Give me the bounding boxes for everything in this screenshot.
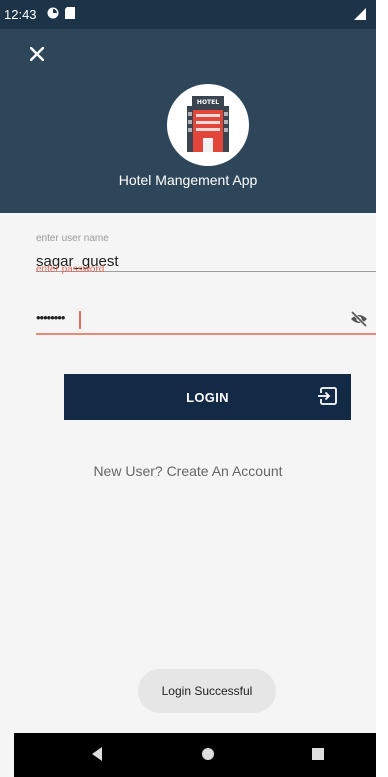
status-bar: 12:43 [0,0,376,29]
sync-icon [47,7,59,22]
logo-text: HOTEL [197,99,219,106]
home-icon[interactable] [201,746,215,767]
create-account-link[interactable]: New User? Create An Account [0,463,376,479]
status-time: 12:43 [4,7,37,22]
login-icon [317,387,337,408]
login-button[interactable]: LOGIN [64,374,351,420]
back-icon[interactable] [90,746,104,767]
hotel-logo: HOTEL [167,84,249,166]
toast-message: Login Successful [138,669,276,713]
username-label: enter user name [36,233,109,244]
app-title: Hotel Mangement App [118,172,258,188]
password-input[interactable]: •••••••• [36,310,65,325]
password-underline [36,333,376,335]
hotel-building-icon: HOTEL [187,96,229,152]
password-label: enter password [36,264,105,275]
text-caret [79,311,81,329]
screen-edge [376,0,388,777]
phone-screen: 12:43 HOTEL Hotel Mangement App enter us… [0,0,376,777]
navigation-bar [14,733,376,777]
signal-icon [354,8,366,23]
login-button-label: LOGIN [186,389,229,405]
sim-card-icon [64,7,75,22]
recents-icon[interactable] [311,746,325,767]
eye-off-icon[interactable] [349,310,369,332]
close-icon[interactable] [29,43,45,65]
